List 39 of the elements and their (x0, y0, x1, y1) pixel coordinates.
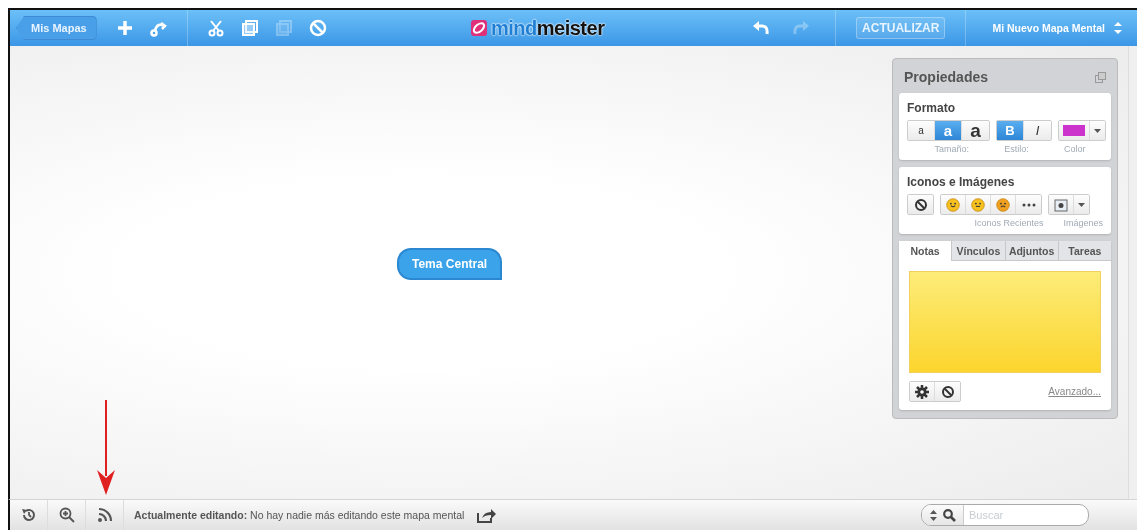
dropdown-button[interactable] (1074, 195, 1089, 214)
advanced-link[interactable]: Avanzado... (1048, 386, 1101, 397)
tab[interactable]: Adjuntos (1004, 241, 1058, 261)
settings-icon[interactable] (910, 382, 935, 401)
section-title: Iconos e Imágenes (907, 175, 1016, 189)
image-button[interactable] (1049, 195, 1074, 214)
remove-icon-button[interactable] (908, 195, 933, 214)
logo-text: mindmeister (491, 16, 605, 40)
dropdown-button[interactable] (1090, 121, 1105, 140)
color-picker[interactable] (1059, 121, 1090, 140)
panel-title: Propiedades (904, 69, 989, 85)
search-icon[interactable] (943, 508, 956, 522)
scrollbar[interactable] (1128, 46, 1137, 499)
caption: Iconos Recientes (974, 218, 1044, 228)
share-icon[interactable] (476, 507, 497, 523)
bold-button[interactable]: B (997, 121, 1024, 140)
smiley-icon[interactable] (941, 195, 966, 214)
smiley-icon[interactable] (966, 195, 991, 214)
editing-status: Actualmente editando: No hay nadie más editando este mapa mental (134, 509, 465, 521)
delete-icon[interactable] (935, 382, 960, 401)
caption: Color (1063, 144, 1086, 154)
tab[interactable]: Vínculos (951, 241, 1005, 261)
font-size-button[interactable]: a (935, 121, 962, 140)
caret-icon[interactable] (1094, 128, 1101, 133)
sort-icon[interactable] (930, 509, 937, 521)
caption: Estilo: (1004, 144, 1029, 154)
caption: Tamaño: (934, 144, 970, 154)
section-title: Formato (907, 101, 956, 115)
italic-button[interactable]: I (1024, 121, 1051, 140)
font-size-button[interactable]: a (962, 121, 989, 140)
logo-icon (470, 19, 488, 37)
caption: Imágenes (1063, 218, 1103, 228)
font-size-button[interactable]: a (908, 121, 935, 140)
caret-icon[interactable] (1078, 202, 1085, 207)
smiley-icon[interactable] (991, 195, 1016, 214)
delete-icon[interactable] (913, 197, 928, 212)
tab[interactable]: Notas (899, 241, 952, 261)
more-icon[interactable] (1016, 195, 1041, 214)
tab[interactable]: Tareas (1057, 241, 1111, 261)
